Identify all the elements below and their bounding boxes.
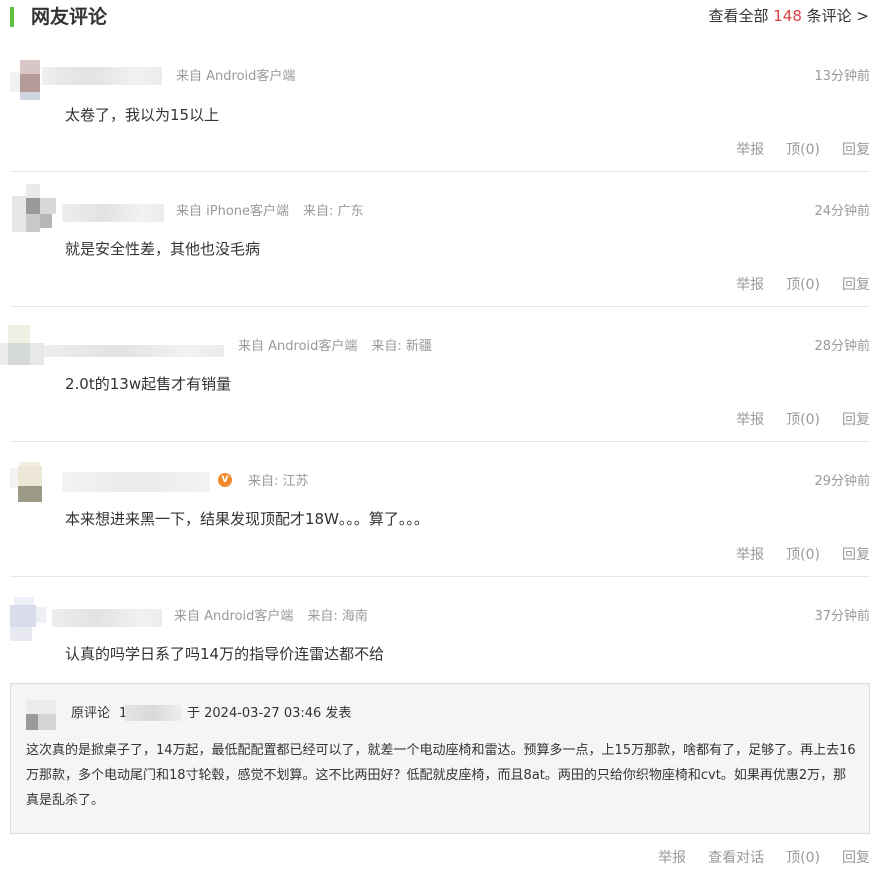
user-location: 来自: 海南: [307, 609, 368, 624]
user-avatar[interactable]: [6, 597, 46, 641]
quoted-username-blurred[interactable]: [125, 705, 181, 721]
report-button[interactable]: 举报: [736, 547, 764, 563]
quoted-original-comment: 原评论 1 于 2024-03-27 03:46 发表 这次真的是掀桌子了，14…: [10, 683, 870, 834]
comment-text: 就是安全性差，其他也没毛病: [65, 240, 261, 258]
report-button[interactable]: 举报: [736, 142, 764, 158]
username-blurred[interactable]: [62, 204, 164, 222]
comment-text: 本来想进来黑一下，结果发现顶配才18W。。。算了。。。: [65, 510, 429, 528]
user-location: 来自: 江苏: [248, 474, 309, 489]
username-blurred[interactable]: [44, 345, 224, 357]
upvote-button[interactable]: 顶(0): [786, 277, 820, 293]
reply-button[interactable]: 回复: [842, 850, 870, 866]
comment-item: 来自 Android客户端 13分钟前 太卷了，我以为15以上 举报 顶(0) 回复: [10, 50, 870, 172]
original-comment-label: 原评论: [71, 706, 111, 721]
user-avatar[interactable]: [10, 60, 42, 100]
comment-actions: 举报 查看对话 顶(0) 回复: [636, 849, 870, 867]
comment-actions: 举报 顶(0) 回复: [714, 411, 870, 429]
client-source: 来自 Android客户端: [176, 69, 296, 84]
view-all-suffix: 条评论 >: [801, 7, 869, 25]
view-all-prefix: 查看全部: [708, 7, 774, 25]
comment-actions: 举报 顶(0) 回复: [714, 276, 870, 294]
user-avatar[interactable]: [0, 184, 60, 240]
view-conversation-button[interactable]: 查看对话: [708, 850, 764, 866]
comment-time: 13分钟前: [814, 69, 870, 84]
upvote-button[interactable]: 顶(0): [786, 547, 820, 563]
comment-meta: 来自 iPhone客户端 来自: 广东: [176, 203, 364, 221]
client-source: 来自 Android客户端: [238, 339, 358, 354]
username-blurred[interactable]: [52, 609, 162, 627]
comment-actions: 举报 顶(0) 回复: [714, 141, 870, 159]
client-source: 来自 iPhone客户端: [176, 204, 290, 219]
comment-meta: 来自 Android客户端: [176, 68, 295, 86]
report-button[interactable]: 举报: [658, 850, 686, 866]
comment-item: 来自 iPhone客户端 来自: 广东 24分钟前 就是安全性差，其他也没毛病 举…: [10, 172, 870, 307]
comment-count: 148: [773, 7, 802, 25]
comment-time: 24分钟前: [814, 204, 870, 219]
upvote-button[interactable]: 顶(0): [786, 142, 820, 158]
username-blurred[interactable]: [62, 472, 210, 492]
user-avatar[interactable]: [10, 462, 50, 502]
quote-text: 这次真的是掀桌子了，14万起，最低配配置都已经可以了，就差一个电动座椅和雷达。预…: [26, 743, 856, 808]
user-avatar[interactable]: [0, 325, 44, 369]
reply-button[interactable]: 回复: [842, 142, 870, 158]
comment-time: 29分钟前: [814, 474, 870, 489]
section-title: 网友评论: [31, 6, 108, 28]
comment-meta: 来自 Android客户端 来自: 海南: [174, 608, 368, 626]
quote-date: 于 2024-03-27 03:46 发表: [187, 706, 352, 721]
username-blurred[interactable]: [42, 67, 162, 85]
comment-time: 28分钟前: [814, 339, 870, 354]
verified-badge-icon: V: [218, 473, 232, 487]
header-accent-bar: [10, 7, 14, 27]
comment-item: 来自 Android客户端 来自: 海南 37分钟前 认真的吗学日系了吗14万的指…: [10, 577, 870, 683]
view-all-comments-link[interactable]: 查看全部 148 条评论 >: [708, 5, 869, 27]
comment-meta: 来自 Android客户端 来自: 新疆: [238, 338, 432, 356]
comment-text: 2.0t的13w起售才有销量: [65, 375, 232, 393]
comment-actions: 举报 顶(0) 回复: [714, 546, 870, 564]
upvote-button[interactable]: 顶(0): [786, 850, 820, 866]
quoted-user-avatar[interactable]: [26, 700, 56, 730]
comment-text: 太卷了，我以为15以上: [65, 106, 220, 124]
reply-button[interactable]: 回复: [842, 547, 870, 563]
comment-text: 认真的吗学日系了吗14万的指导价连雷达都不给: [65, 645, 385, 663]
upvote-button[interactable]: 顶(0): [786, 412, 820, 428]
reply-button[interactable]: 回复: [842, 412, 870, 428]
client-source: 来自 Android客户端: [174, 609, 294, 624]
comment-time: 37分钟前: [814, 609, 870, 624]
comment-item: V 来自: 江苏 29分钟前 本来想进来黑一下，结果发现顶配才18W。。。算了。…: [10, 442, 870, 577]
report-button[interactable]: 举报: [736, 277, 764, 293]
user-location: 来自: 广东: [303, 204, 364, 219]
comments-header: 网友评论 查看全部 148 条评论 >: [0, 0, 877, 34]
comment-meta: 来自: 江苏: [248, 473, 309, 491]
comment-item: 来自 Android客户端 来自: 新疆 28分钟前 2.0t的13w起售才有销量…: [0, 307, 870, 442]
report-button[interactable]: 举报: [736, 412, 764, 428]
reply-button[interactable]: 回复: [842, 277, 870, 293]
quote-label: 原评论: [71, 705, 110, 723]
user-location: 来自: 新疆: [371, 339, 432, 354]
